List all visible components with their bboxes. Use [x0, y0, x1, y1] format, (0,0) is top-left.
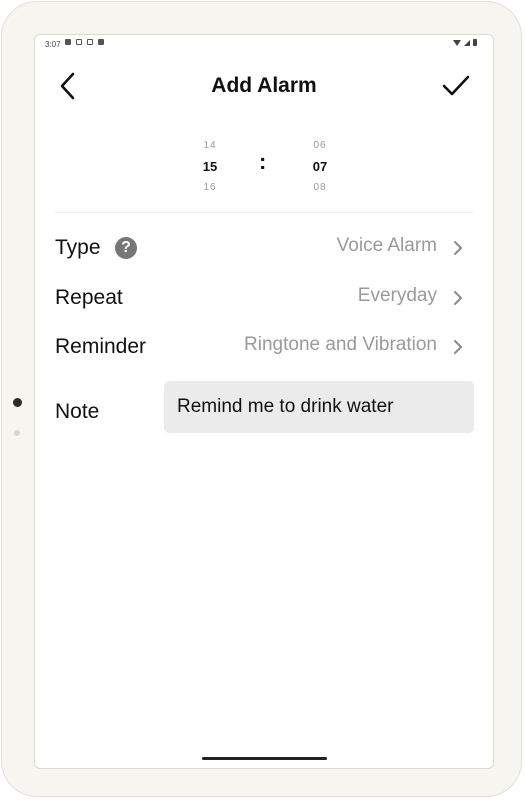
section-divider	[55, 212, 473, 213]
repeat-row[interactable]: Repeat Everyday	[55, 278, 473, 318]
sd-card-icon	[98, 39, 104, 45]
question-icon[interactable]: ?	[115, 237, 137, 259]
reminder-value: Ringtone and Vibration	[244, 334, 437, 355]
reminder-label: Reminder	[55, 335, 147, 358]
light-sensor	[14, 430, 20, 436]
minute-below[interactable]: 08	[300, 177, 340, 198]
hour-wheel[interactable]: 14 15 16	[190, 135, 230, 198]
type-label: Type	[55, 236, 101, 259]
hour-below[interactable]: 16	[190, 177, 230, 198]
wifi-icon	[453, 39, 461, 46]
minute-above[interactable]: 06	[300, 135, 340, 156]
signal-icon	[464, 39, 470, 46]
bluetooth-icon	[87, 39, 93, 45]
chevron-right-icon	[454, 291, 462, 305]
app-screen: 3:07 Add Alarm 14 15 16: 06 07 08 Type …	[34, 34, 494, 769]
time-separator: :	[259, 149, 267, 174]
type-value: Voice Alarm	[336, 235, 437, 256]
minute-selected[interactable]: 07	[300, 156, 340, 177]
system-icons	[453, 39, 477, 46]
notification-icons	[65, 39, 104, 45]
battery-icon	[473, 39, 477, 46]
type-row[interactable]: Type ? Voice Alarm	[55, 228, 473, 268]
hour-above[interactable]: 14	[190, 135, 230, 156]
front-camera	[13, 398, 22, 407]
confirm-button[interactable]	[441, 71, 471, 101]
repeat-value: Everyday	[357, 285, 437, 306]
status-time: 3:07	[45, 40, 61, 49]
app-header: Add Alarm	[35, 71, 493, 119]
status-bar: 3:07	[35, 35, 493, 53]
screenshot-icon	[76, 39, 82, 45]
checkmark-icon	[442, 75, 470, 96]
home-indicator[interactable]	[202, 757, 327, 760]
reminder-row[interactable]: Reminder Ringtone and Vibration	[55, 327, 473, 367]
note-input[interactable]	[164, 381, 474, 433]
tablet-frame: 3:07 Add Alarm 14 15 16: 06 07 08 Type …	[1, 1, 522, 797]
chevron-right-icon	[454, 340, 462, 354]
shield-icon	[65, 39, 71, 45]
minute-wheel[interactable]: 06 07 08	[300, 135, 340, 198]
note-label: Note	[55, 400, 100, 423]
repeat-label: Repeat	[55, 286, 123, 309]
page-title: Add Alarm	[211, 74, 317, 97]
hour-selected[interactable]: 15	[190, 156, 230, 177]
chevron-right-icon	[454, 241, 462, 255]
time-picker[interactable]: 14 15 16 : 06 07 08	[35, 135, 493, 195]
